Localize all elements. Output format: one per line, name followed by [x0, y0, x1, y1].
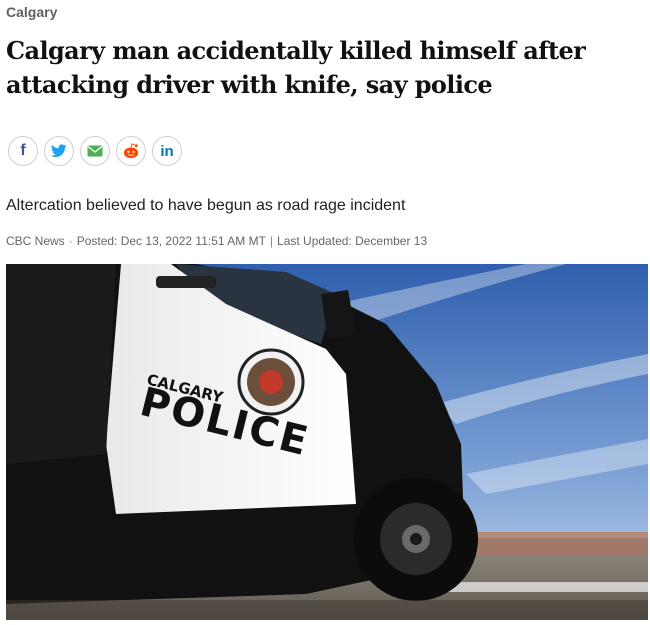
twitter-icon: [51, 144, 67, 158]
linkedin-icon: in: [160, 142, 174, 160]
share-linkedin-button[interactable]: in: [152, 136, 182, 166]
facebook-icon: f: [20, 142, 26, 159]
share-reddit-button[interactable]: [116, 136, 146, 166]
article-deck: Altercation believed to have begun as ro…: [6, 197, 406, 214]
email-icon: [87, 145, 103, 157]
byline-posted: Posted: Dec 13, 2022 11:51 AM MT: [76, 234, 266, 248]
share-twitter-button[interactable]: [44, 136, 74, 166]
byline-separator: |: [269, 234, 274, 248]
hero-image: CALGARY POLICE: [6, 264, 648, 620]
byline-separator: ·: [68, 234, 73, 248]
share-facebook-button[interactable]: f: [8, 136, 38, 166]
reddit-icon: [123, 143, 139, 159]
byline: CBC News · Posted: Dec 13, 2022 11:51 AM…: [6, 234, 427, 248]
headline: Calgary man accidentally killed himself …: [6, 36, 586, 99]
article-page: Calgary Calgary man accidentally killed …: [0, 0, 650, 625]
section-link[interactable]: Calgary: [6, 4, 57, 20]
police-car-photo: CALGARY POLICE: [6, 264, 648, 620]
share-bar: f in: [8, 136, 182, 166]
byline-updated: Last Updated: December 13: [277, 234, 428, 248]
byline-source: CBC News: [6, 234, 65, 248]
share-email-button[interactable]: [80, 136, 110, 166]
